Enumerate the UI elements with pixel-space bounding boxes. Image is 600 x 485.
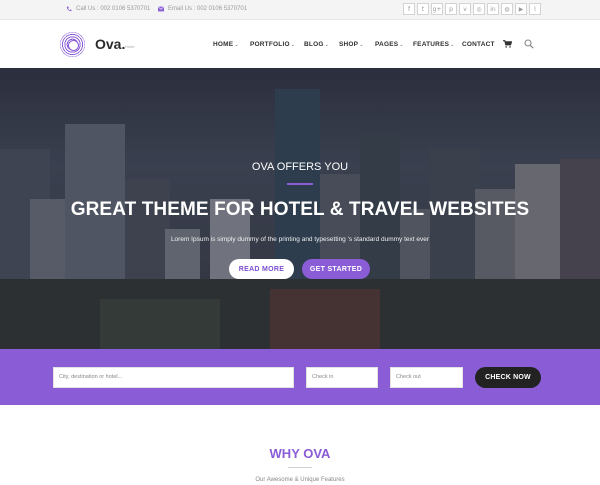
why-subtitle: Our Awesome & Unique Features: [255, 477, 345, 483]
google-plus-icon[interactable]: g+: [431, 3, 443, 15]
nav-shop-label: SHOP: [339, 41, 359, 48]
check-out-input[interactable]: Check out: [390, 367, 463, 388]
get-started-button[interactable]: GET STARTED: [302, 259, 370, 279]
nav-contact[interactable]: CONTACT: [462, 41, 495, 48]
destination-input[interactable]: City, destination or hotel...: [53, 367, 294, 388]
cart-icon[interactable]: [503, 40, 512, 48]
chevron-down-icon: ⌄: [450, 42, 455, 48]
nav-contact-label: CONTACT: [462, 41, 495, 48]
check-now-button[interactable]: CHECK NOW: [475, 367, 541, 388]
nav-portfolio-label: PORTFOLIO: [250, 41, 290, 48]
call-info: Call Us : 002 0106 5370701: [66, 6, 150, 12]
envelope-icon: [158, 6, 164, 12]
email-text: Email Us : 002 0106 5370701: [168, 6, 248, 12]
nav-features[interactable]: FEATURES⌄: [413, 41, 455, 48]
hero-divider: [287, 183, 313, 185]
vimeo-icon[interactable]: v: [459, 3, 471, 15]
top-bar: Call Us : 002 0106 5370701 Email Us : 00…: [0, 0, 600, 20]
why-divider: [288, 467, 312, 468]
call-text: Call Us : 002 0106 5370701: [76, 6, 151, 12]
why-title: WHY OVA: [269, 446, 331, 461]
email-info: Email Us : 002 0106 5370701: [158, 6, 247, 12]
instagram-icon[interactable]: ◎: [473, 3, 485, 15]
logo-mark[interactable]: [60, 32, 85, 57]
search-icon[interactable]: [524, 39, 534, 49]
nav-blog-label: BLOG: [304, 41, 324, 48]
chevron-down-icon: ⌄: [399, 42, 404, 48]
chevron-down-icon: ⌄: [290, 42, 296, 48]
dribbble-icon[interactable]: ◍: [501, 3, 513, 15]
booking-bar: City, destination or hotel... Check in C…: [0, 349, 600, 405]
nav-pages-label: PAGES: [375, 41, 399, 48]
social-links: f t g+ p v ◎ in ◍ ▶ ⌇: [403, 3, 541, 15]
logo-subtitle: Hotel: [125, 44, 135, 49]
hero-banner: OVA OFFERS YOU GREAT THEME FOR HOTEL & T…: [0, 68, 600, 349]
chevron-down-icon: ⌄: [359, 42, 364, 48]
hero-kicker: OVA OFFERS YOU: [251, 161, 349, 173]
phone-icon: [66, 6, 72, 12]
nav-pages[interactable]: PAGES⌄: [375, 41, 404, 48]
chevron-down-icon: ⌄: [234, 42, 239, 48]
chevron-down-icon: ⌄: [324, 42, 329, 48]
hero-headline: GREAT THEME FOR HOTEL & TRAVEL WEBSITES: [70, 199, 530, 220]
twitter-icon[interactable]: t: [417, 3, 429, 15]
nav-home-label: HOME: [213, 41, 234, 48]
hero-lede: Lorem Ipsum is simply dummy of the print…: [170, 236, 430, 243]
facebook-icon[interactable]: f: [403, 3, 415, 15]
nav-features-label: FEATURES: [413, 41, 450, 48]
rss-icon[interactable]: ⌇: [529, 3, 541, 15]
nav-blog[interactable]: BLOG⌄: [304, 41, 329, 48]
nav-home[interactable]: HOME⌄: [213, 41, 239, 48]
check-in-input[interactable]: Check in: [306, 367, 378, 388]
read-more-button[interactable]: READ MORE: [229, 259, 294, 279]
logo-text[interactable]: Ova.: [95, 36, 125, 52]
site-header: Ova. Hotel HOME⌄ PORTFOLIO⌄ BLOG⌄ SHOP⌄ …: [0, 21, 600, 68]
pinterest-icon[interactable]: p: [445, 3, 457, 15]
linkedin-icon[interactable]: in: [487, 3, 499, 15]
nav-shop[interactable]: SHOP⌄: [339, 41, 364, 48]
nav-portfolio[interactable]: PORTFOLIO⌄: [250, 41, 295, 48]
youtube-icon[interactable]: ▶: [515, 3, 527, 15]
